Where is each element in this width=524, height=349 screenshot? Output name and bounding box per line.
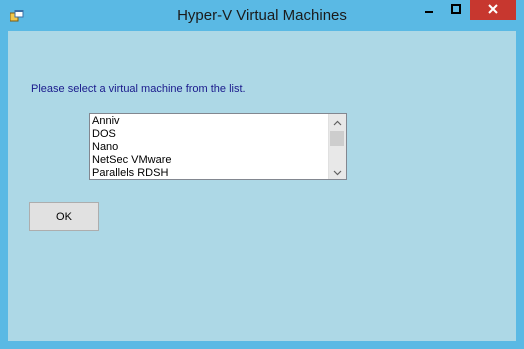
chevron-down-icon bbox=[333, 163, 342, 181]
vm-list-items: Anniv DOS Nano NetSec VMware Parallels R… bbox=[92, 115, 330, 180]
minimize-button[interactable] bbox=[416, 0, 442, 20]
scroll-up-button[interactable] bbox=[329, 114, 346, 129]
close-button[interactable] bbox=[470, 0, 516, 20]
client-area: Please select a virtual machine from the… bbox=[8, 31, 516, 341]
maximize-icon bbox=[451, 1, 461, 19]
title-bar[interactable]: Hyper-V Virtual Machines bbox=[0, 0, 524, 31]
list-item[interactable]: DOS bbox=[92, 128, 330, 141]
scroll-down-button[interactable] bbox=[329, 164, 346, 179]
hyperv-vm-dialog: Hyper-V Virtual Machines Please select a… bbox=[0, 0, 524, 349]
minimize-icon bbox=[424, 1, 434, 19]
list-item[interactable]: Nano bbox=[92, 141, 330, 154]
maximize-button[interactable] bbox=[443, 0, 469, 20]
close-icon bbox=[488, 1, 498, 19]
ok-button[interactable]: OK bbox=[29, 202, 99, 231]
chevron-up-icon bbox=[333, 113, 342, 131]
vm-listbox[interactable]: Anniv DOS Nano NetSec VMware Parallels R… bbox=[89, 113, 347, 180]
instruction-label: Please select a virtual machine from the… bbox=[31, 83, 246, 95]
list-item[interactable]: NetSec VMware bbox=[92, 154, 330, 167]
list-item[interactable]: Parallels RDSH bbox=[92, 167, 330, 180]
scroll-thumb[interactable] bbox=[330, 131, 344, 146]
list-item[interactable]: Anniv bbox=[92, 115, 330, 128]
vertical-scrollbar[interactable] bbox=[328, 114, 346, 179]
